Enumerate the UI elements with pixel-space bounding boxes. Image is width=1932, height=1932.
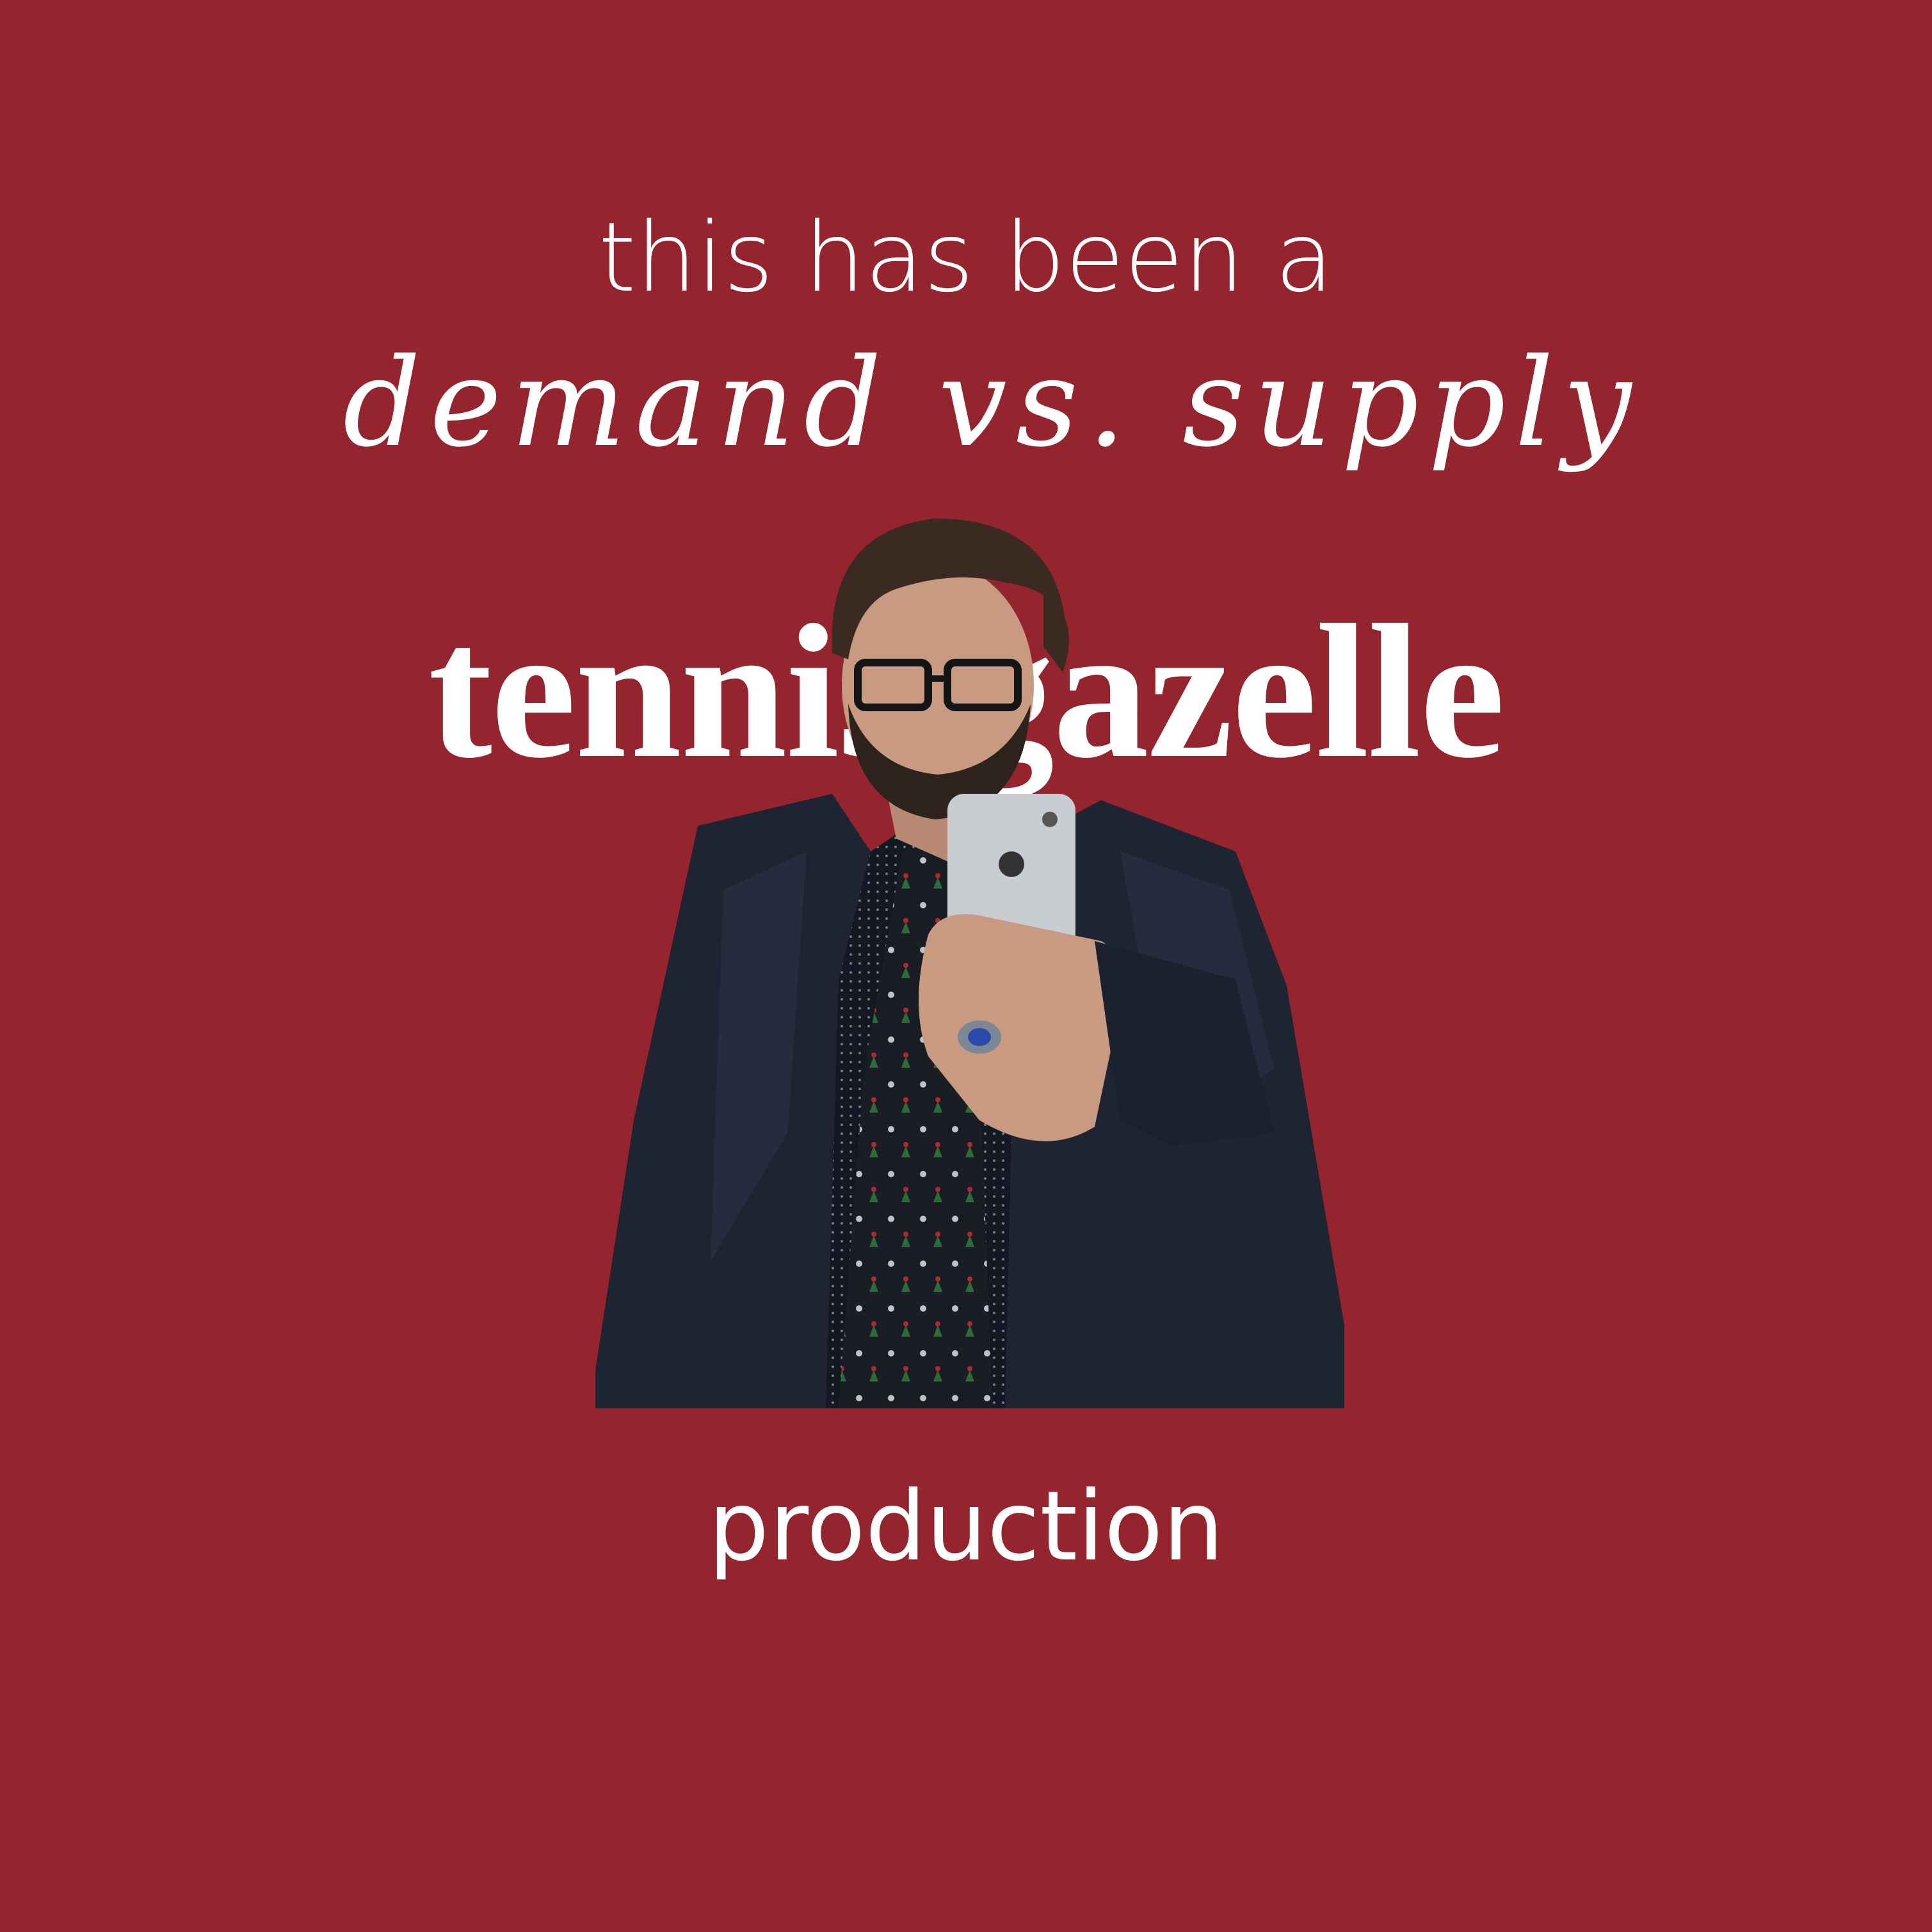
intro-text: this has been a [598, 202, 1334, 314]
closing-text: production [708, 1471, 1224, 1582]
production-label-script: demand vs. supply [342, 332, 1641, 474]
apple-logo-icon [999, 851, 1024, 877]
poster-canvas: this has been a demand vs. supply tennis… [0, 0, 1932, 1932]
person-mirror-selfie-photo [595, 493, 1344, 1408]
person-figure-illustration [595, 519, 1344, 1408]
